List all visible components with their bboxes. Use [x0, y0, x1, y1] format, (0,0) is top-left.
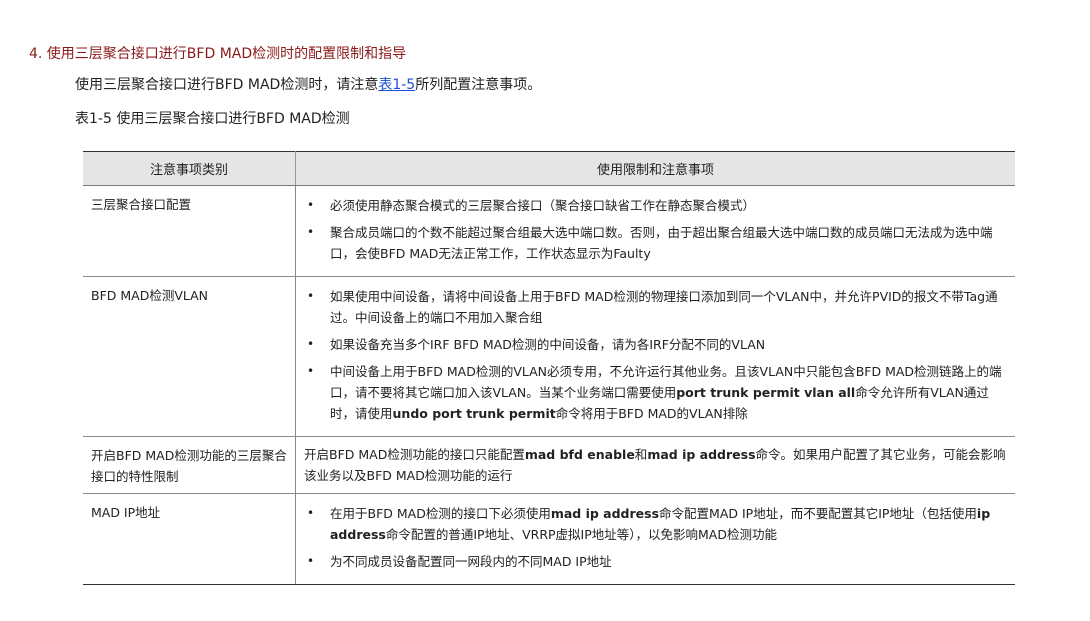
list-item: • 如果使用中间设备，请将中间设备上用于BFD MAD检测的物理接口添加到同一个V… [304, 286, 1007, 328]
item-text: 为不同成员设备配置同一网段内的不同MAD IP地址 [330, 554, 612, 569]
row-category: 三层聚合接口配置 [83, 185, 296, 277]
bullet-list: • 如果使用中间设备，请将中间设备上用于BFD MAD检测的物理接口添加到同一个V… [304, 286, 1007, 424]
item-text: 命令将用于BFD MAD的VLAN排除 [555, 406, 748, 421]
table-caption: 表1-5 使用三层聚合接口进行BFD MAD检测 [75, 111, 350, 127]
bullet-icon: • [307, 337, 315, 351]
list-item: • 聚合成员端口的个数不能超过聚合组最大选中端口数。否则，由于超出聚合组最大选中端… [304, 222, 1007, 264]
header-notes: 使用限制和注意事项 [295, 151, 1015, 186]
bullet-list: • 必须使用静态聚合模式的三层聚合接口（聚合接口缺省工作在静态聚合模式） • 聚合成… [304, 195, 1007, 264]
bullet-list: • 在用于BFD MAD检测的接口下必须使用mad ip address命令配置M… [304, 503, 1007, 572]
table-row: 开启BFD MAD检测功能的三层聚合接口的特性限制 开启BFD MAD检测功能的… [83, 436, 1015, 494]
item-text: 聚合成员端口的个数不能超过聚合组最大选中端口数。否则，由于超出聚合组最大选中端口… [330, 225, 993, 261]
table-header-row: 注意事项类别 使用限制和注意事项 [83, 151, 1015, 186]
list-item: • 中间设备上用于BFD MAD检测的VLAN必须专用，不允许运行其他业务。且该V… [304, 361, 1007, 424]
bullet-icon: • [307, 554, 315, 568]
list-item: • 为不同成员设备配置同一网段内的不同MAD IP地址 [304, 551, 1007, 572]
bullet-icon: • [307, 198, 315, 212]
item-text: 如果设备充当多个IRF BFD MAD检测的中间设备，请为各IRF分配不同的VL… [330, 337, 766, 352]
row-notes: • 必须使用静态聚合模式的三层聚合接口（聚合接口缺省工作在静态聚合模式） • 聚合成… [295, 185, 1015, 277]
table-row: BFD MAD检测VLAN • 如果使用中间设备，请将中间设备上用于BFD MAD… [83, 276, 1015, 437]
item-text: 必须使用静态聚合模式的三层聚合接口（聚合接口缺省工作在静态聚合模式） [330, 198, 756, 213]
command-text: undo port trunk permit [392, 406, 556, 421]
header-category: 注意事项类别 [83, 151, 296, 186]
command-text: mad bfd enable [524, 447, 635, 462]
table-link[interactable]: 表1-5 [378, 77, 415, 93]
row-category: 开启BFD MAD检测功能的三层聚合接口的特性限制 [83, 436, 296, 494]
intro-before: 使用三层聚合接口进行BFD MAD检测时，请注意 [75, 77, 379, 93]
intro-after: 所列配置注意事项。 [415, 77, 542, 93]
bullet-icon: • [307, 364, 315, 378]
command-text: mad ip address [647, 447, 756, 462]
command-text: port trunk permit vlan all [676, 385, 856, 400]
row-category: BFD MAD检测VLAN [83, 276, 296, 437]
row-notes: 开启BFD MAD检测功能的接口只能配置mad bfd enable和mad i… [295, 436, 1015, 494]
section-heading: 4. 使用三层聚合接口进行BFD MAD检测时的配置限制和指导 [29, 46, 407, 62]
list-item: • 必须使用静态聚合模式的三层聚合接口（聚合接口缺省工作在静态聚合模式） [304, 195, 1007, 216]
item-text: 开启BFD MAD检测功能的接口只能配置 [304, 447, 525, 462]
plain-text: 开启BFD MAD检测功能的接口只能配置mad bfd enable和mad i… [304, 441, 1007, 486]
bullet-icon: • [307, 225, 315, 239]
bullet-icon: • [307, 289, 315, 303]
row-notes: • 如果使用中间设备，请将中间设备上用于BFD MAD检测的物理接口添加到同一个V… [295, 276, 1015, 437]
command-text: mad ip address [550, 506, 660, 521]
item-text: 在用于BFD MAD检测的接口下必须使用 [330, 506, 551, 521]
bullet-icon: • [307, 506, 315, 520]
item-text: 和 [634, 447, 648, 462]
row-category: MAD IP地址 [83, 493, 296, 585]
table-row: MAD IP地址 • 在用于BFD MAD检测的接口下必须使用mad ip add… [83, 493, 1015, 585]
row-notes: • 在用于BFD MAD检测的接口下必须使用mad ip address命令配置M… [295, 493, 1015, 585]
list-item: • 在用于BFD MAD检测的接口下必须使用mad ip address命令配置M… [304, 503, 1007, 545]
restrictions-table: 注意事项类别 使用限制和注意事项 三层聚合接口配置 • 必须使用静态聚合模式的三层… [83, 151, 1015, 585]
item-text: 命令配置的普通IP地址、VRRP虚拟IP地址等），以免影响MAD检测功能 [385, 527, 777, 542]
intro-text: 使用三层聚合接口进行BFD MAD检测时，请注意表1-5所列配置注意事项。 [75, 74, 541, 94]
table-row: 三层聚合接口配置 • 必须使用静态聚合模式的三层聚合接口（聚合接口缺省工作在静态聚… [83, 185, 1015, 277]
list-item: • 如果设备充当多个IRF BFD MAD检测的中间设备，请为各IRF分配不同的V… [304, 334, 1007, 355]
item-text: 如果使用中间设备，请将中间设备上用于BFD MAD检测的物理接口添加到同一个VL… [330, 289, 998, 325]
item-text: 命令配置MAD IP地址，而不要配置其它IP地址（包括使用 [659, 506, 977, 521]
